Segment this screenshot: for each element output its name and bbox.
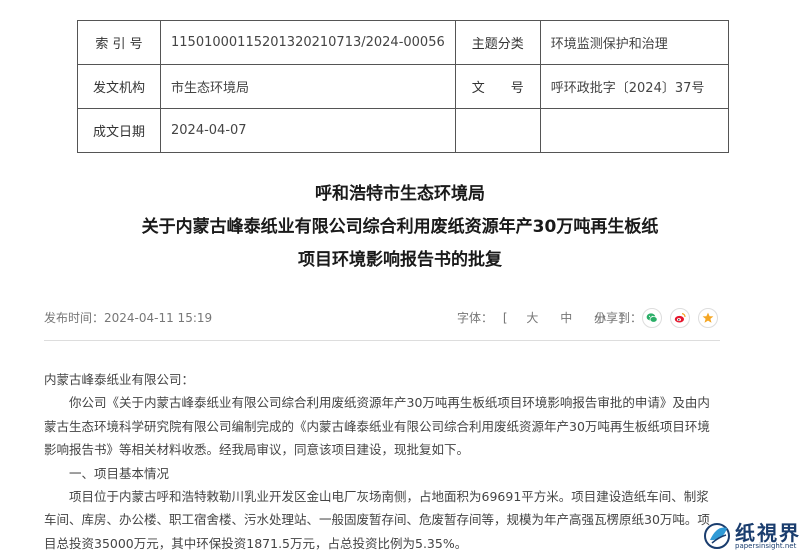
- publish-time: 发布时间：2024-04-11 15:19: [44, 311, 213, 325]
- weibo-icon[interactable]: [670, 308, 690, 328]
- section-heading: 一、项目基本情况: [69, 465, 170, 481]
- font-size-large-button[interactable]: 大: [526, 311, 538, 325]
- share-label: 分享到：: [594, 311, 643, 325]
- title-subject-line2: 项目环境影响报告书的批复: [298, 250, 502, 270]
- date-value: 2024-04-07: [160, 108, 456, 153]
- watermark-logo: 纸視界 papersinsight.net: [703, 515, 800, 557]
- empty-cell: [539, 108, 729, 153]
- topic-label: 主题分类: [454, 20, 541, 65]
- issuer-label: 发文机构: [77, 64, 161, 109]
- issuer-value: 市生态环境局: [160, 64, 456, 109]
- divider: [44, 340, 720, 341]
- metadata-row: 索 引 号 11501000115201320210713/2024-00056…: [77, 20, 729, 65]
- index-value: 11501000115201320210713/2024-00056: [160, 20, 456, 65]
- info-bar: 发布时间：2024-04-11 15:19 字体： [ 大 中 小 ] 分享到：: [44, 307, 720, 329]
- paragraph: 你公司《关于内蒙古峰泰纸业有限公司综合利用废纸资源年产30万吨再生板纸项目环境影…: [44, 395, 710, 458]
- wechat-icon[interactable]: [642, 308, 662, 328]
- date-label: 成文日期: [77, 108, 161, 153]
- watermark-url: papersinsight.net: [735, 542, 797, 550]
- docno-value: 呼环政批字〔2024〕37号: [539, 64, 729, 109]
- docno-label: 文 号: [454, 64, 541, 109]
- watermark-leaf-icon: [704, 523, 730, 549]
- metadata-row: 发文机构 市生态环境局 文 号 呼环政批字〔2024〕37号: [77, 64, 729, 109]
- title-subject-line1: 关于内蒙古峰泰纸业有限公司综合利用废纸资源年产30万吨再生板纸: [141, 217, 659, 237]
- index-label: 索 引 号: [77, 20, 161, 65]
- metadata-table: 索 引 号 11501000115201320210713/2024-00056…: [77, 20, 729, 153]
- topic-value: 环境监测保护和治理: [539, 20, 729, 65]
- page: 索 引 号 11501000115201320210713/2024-00056…: [0, 0, 800, 557]
- metadata-row: 成文日期 2024-04-07: [77, 108, 729, 153]
- font-size-label: 字体：: [457, 311, 494, 325]
- salutation: 内蒙古峰泰纸业有限公司：: [44, 372, 195, 387]
- document-title: 呼和浩特市生态环境局 关于内蒙古峰泰纸业有限公司综合利用废纸资源年产30万吨再生…: [0, 178, 800, 277]
- empty-cell: [454, 108, 541, 153]
- bracket-open: [: [502, 311, 508, 325]
- favorite-star-icon[interactable]: [698, 308, 718, 328]
- paragraph: 项目位于内蒙古呼和浩特敕勒川乳业开发区金山电厂灰场南侧，占地面积为69691平方…: [44, 489, 710, 551]
- font-size-medium-button[interactable]: 中: [560, 311, 572, 325]
- title-issuer: 呼和浩特市生态环境局: [315, 184, 485, 204]
- document-body: 内蒙古峰泰纸业有限公司： 你公司《关于内蒙古峰泰纸业有限公司综合利用废纸资源年产…: [44, 368, 720, 555]
